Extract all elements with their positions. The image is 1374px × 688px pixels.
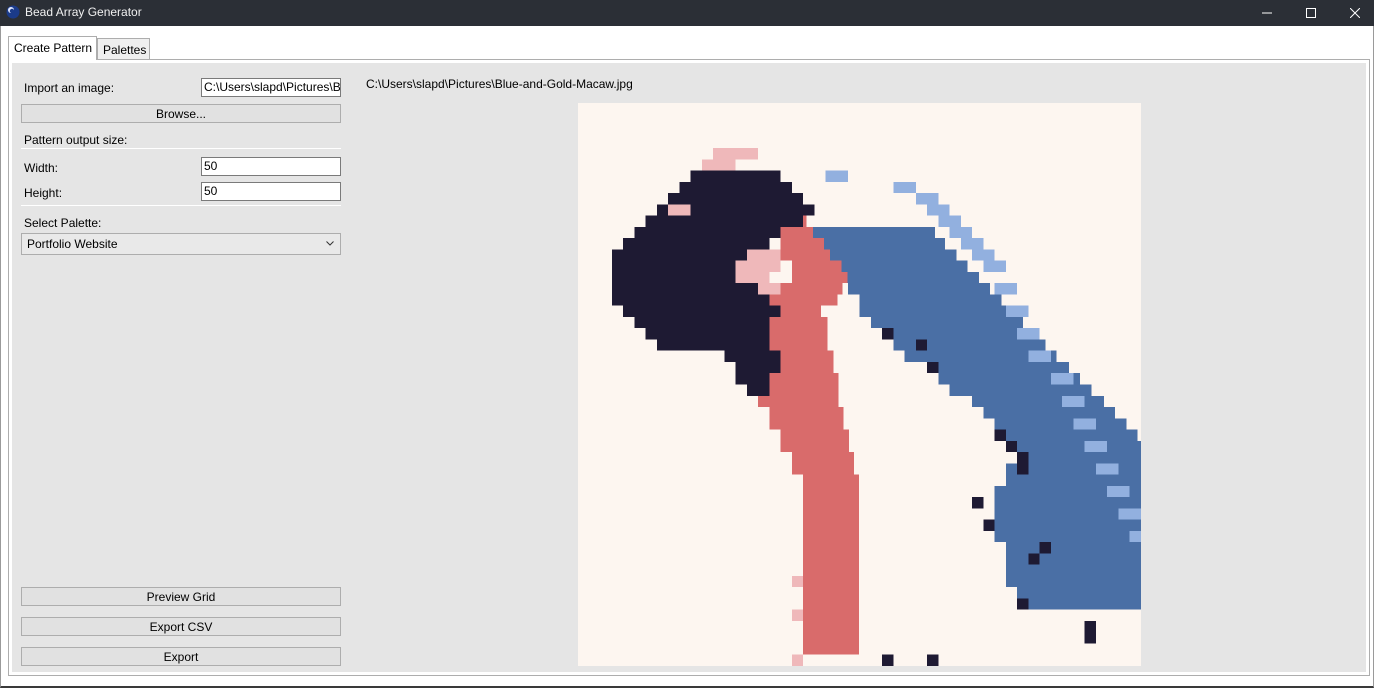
close-icon [1350,8,1360,18]
close-button[interactable] [1332,0,1374,26]
image-path-label: C:\Users\slapd\Pictures\Blue-and-Gold-Ma… [366,77,633,91]
window-client: Create Pattern Palettes Import an image:… [0,26,1374,688]
preview-grid-button[interactable]: Preview Grid [21,587,341,606]
minimize-button[interactable] [1244,0,1290,26]
height-label: Height: [24,186,63,200]
separator [21,148,341,149]
width-label: Width: [24,161,59,175]
bead-pattern-grid [611,148,1141,666]
tab-palettes[interactable]: Palettes [97,38,150,60]
chevron-down-icon [326,241,334,246]
browse-button[interactable]: Browse... [21,104,341,123]
output-size-label: Pattern output size: [24,133,128,147]
export-button[interactable]: Export [21,647,341,666]
palette-label: Select Palette: [24,216,102,230]
maximize-icon [1306,8,1316,18]
height-input[interactable]: 50 [201,182,341,201]
export-csv-button[interactable]: Export CSV [21,617,341,636]
app-logo-icon [6,5,20,19]
separator [21,205,341,206]
import-label: Import an image: [24,81,115,95]
maximize-button[interactable] [1288,0,1334,26]
panel-body: Import an image: C:\Users\slapd\Pictures… [12,63,1366,672]
create-pattern-panel: Import an image: C:\Users\slapd\Pictures… [8,59,1370,676]
width-input[interactable]: 50 [201,157,341,176]
import-path-input[interactable]: C:\Users\slapd\Pictures\Bl [201,78,341,97]
window-title: Bead Array Generator [25,5,142,19]
palette-select-value: Portfolio Website [27,237,118,251]
title-bar: Bead Array Generator [0,0,1374,26]
bead-pattern-preview [578,103,1141,666]
minimize-icon [1262,12,1272,14]
tab-create-pattern[interactable]: Create Pattern [8,36,97,60]
palette-select[interactable]: Portfolio Website [21,233,341,255]
